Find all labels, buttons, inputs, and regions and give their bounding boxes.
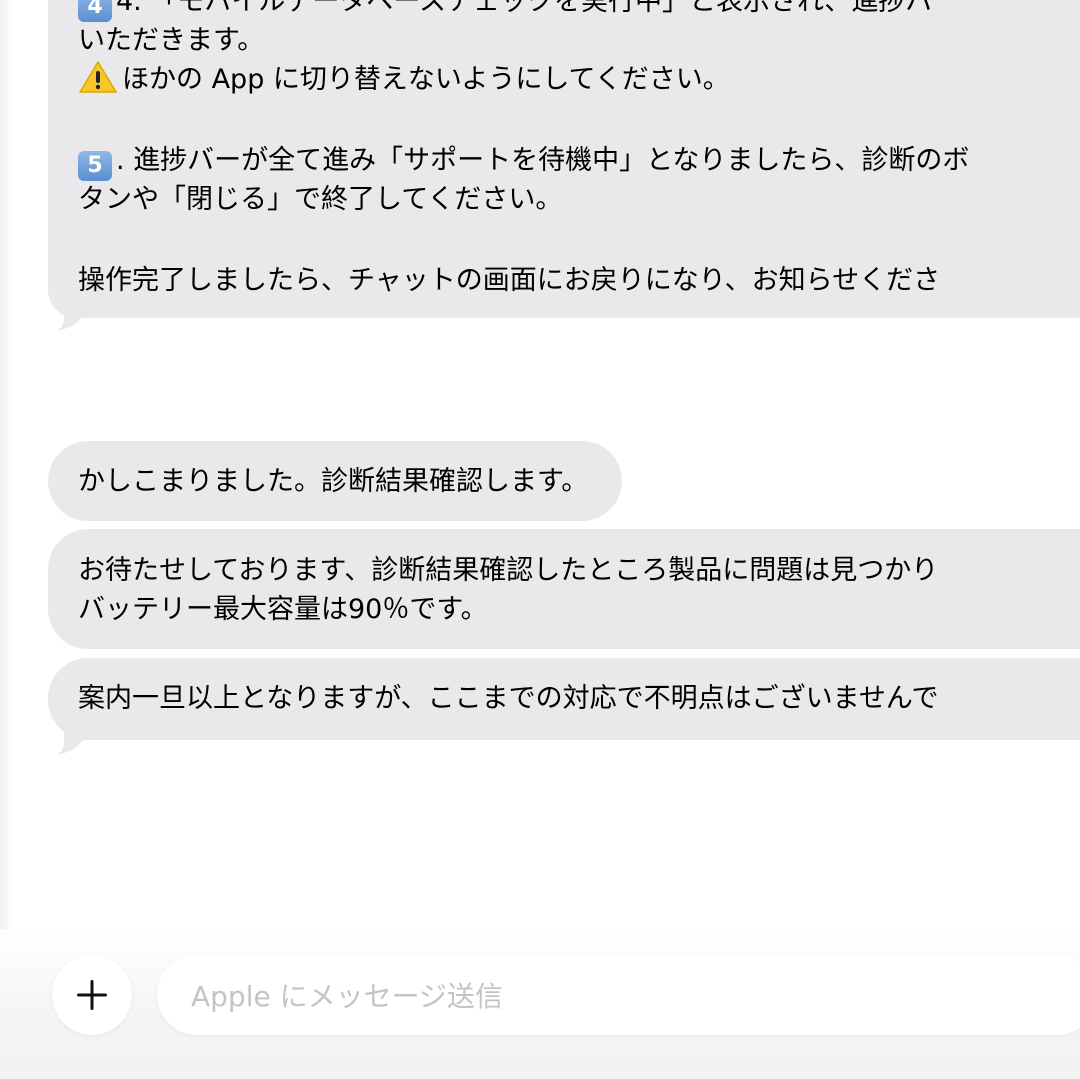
message-input[interactable] [189, 975, 953, 1017]
warning-line: ほかの App に切り替えないようにしてください。 [78, 60, 1080, 99]
message-line: 4 4. 「モバイルデータベースチェックを実行中」と表示され、進捗バ [78, 0, 1080, 22]
message-list[interactable]: 4 4. 「モバイルデータベースチェックを実行中」と表示され、進捗バ いただきます… [0, 0, 1080, 930]
message-bubble: お待たせしております、診断結果確認したところ製品に問題は見つかり バッテリー最大… [48, 529, 1080, 649]
message-line: いただきます。 [78, 25, 265, 56]
warning-text: ほかの App に切り替えないようにしてください。 [122, 64, 730, 95]
message-text: お待たせしております、診断結果確認したところ製品に問題は見つかり [78, 555, 939, 586]
message-bubble: かしこまりました。診断結果確認します。 [48, 441, 623, 521]
keycap-5-icon: 5 [78, 151, 112, 181]
message-text: 案内一旦以上となりますが、ここまでの対応で不明点はございませんで [78, 683, 939, 714]
message-line: 5. 進捗バーが全て進み「サポートを待機中」となりましたら、診断のボ [78, 141, 1080, 181]
bubble-tail [56, 306, 86, 330]
keycap-4-icon: 4 [78, 0, 112, 22]
plus-icon [77, 980, 107, 1010]
message-line: タンや「閉じる」で終了してください。 [78, 184, 563, 215]
bubble-tail [56, 730, 86, 754]
message-field[interactable] [157, 955, 1080, 1035]
message-text: かしこまりました。診断結果確認します。 [78, 466, 589, 497]
message-text: 4. 「モバイルデータベースチェックを実行中」と表示され、進捗バ [116, 0, 933, 17]
message-bubble: 案内一旦以上となりますが、ここまでの対応で不明点はございませんで [48, 658, 1080, 740]
message-text: バッテリー最大容量は90％です。 [78, 594, 488, 625]
message-bubble-instructions: 4 4. 「モバイルデータベースチェックを実行中」と表示され、進捗バ いただきます… [48, 0, 1080, 318]
add-attachment-button[interactable] [52, 955, 132, 1035]
warning-icon [79, 61, 117, 93]
chat-screen: 4 4. 「モバイルデータベースチェックを実行中」と表示され、進捗バ いただきます… [0, 0, 1080, 1079]
message-text: . 進捗バーが全て進み「サポートを待機中」となりましたら、診断のボ [116, 145, 970, 176]
message-line: 操作完了しましたら、チャットの画面にお戻りになり、お知らせくださ [78, 265, 941, 296]
